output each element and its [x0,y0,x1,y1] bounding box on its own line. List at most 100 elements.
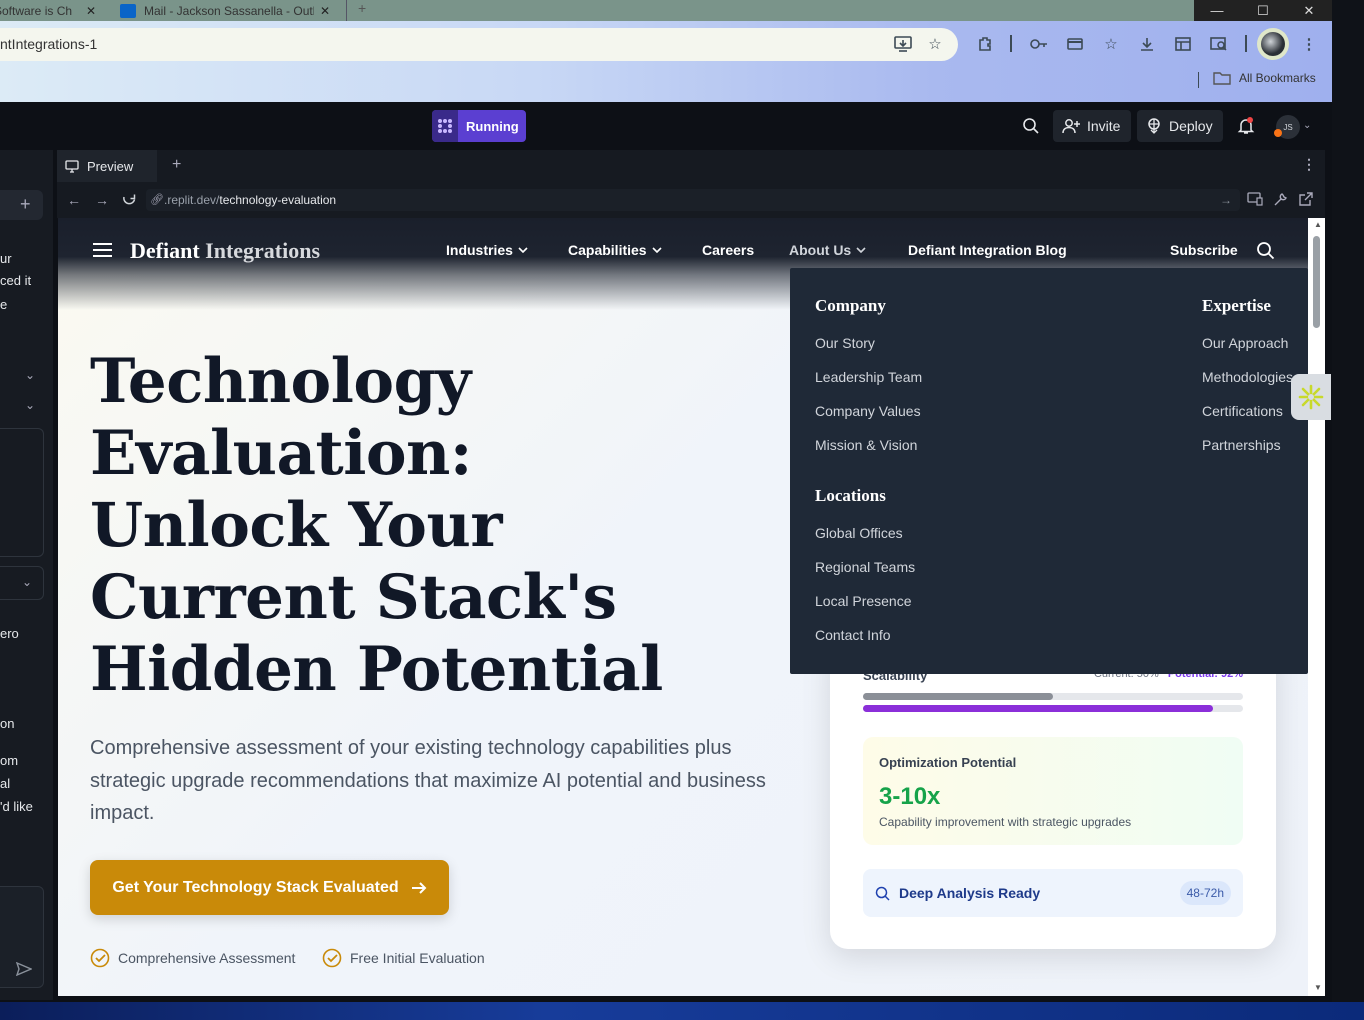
site-search-icon[interactable] [1256,241,1275,260]
chat-text-fragment: e [0,297,8,312]
nav-blog[interactable]: Defiant Integration Blog [908,242,1067,258]
device-preview-icon[interactable] [1247,192,1263,206]
chat-text-fragment: on [0,716,15,731]
chevron-down-icon[interactable]: ⌄ [1303,120,1311,131]
pane-menu-icon[interactable]: ⋮ [1302,156,1316,173]
install-app-icon[interactable] [891,33,915,55]
menu-item-contact-info[interactable]: Contact Info [815,627,891,643]
reading-list-star-icon[interactable]: ☆ [1099,33,1123,55]
scrollbar-thumb[interactable] [1313,236,1320,328]
close-icon[interactable]: ✕ [320,4,330,18]
bookmarks-separator [1198,72,1199,88]
reload-icon[interactable] [122,192,137,207]
notifications-bell-icon[interactable] [1237,117,1255,135]
menu-item-global-offices[interactable]: Global Offices [815,525,903,541]
menu-item-regional-teams[interactable]: Regional Teams [815,559,915,575]
chevron-down-icon [652,247,662,253]
brand-first: Defiant [130,238,200,263]
preview-scrollbar[interactable]: ▲ ▼ [1308,218,1325,996]
menu-item-methodologies[interactable]: Methodologies [1202,369,1293,385]
menu-item-our-story[interactable]: Our Story [815,335,875,351]
monitor-icon [65,159,79,173]
all-bookmarks[interactable]: All Bookmarks [1213,71,1316,85]
all-bookmarks-label: All Bookmarks [1239,71,1316,85]
close-icon[interactable]: ✕ [86,4,96,18]
evaluate-stack-button[interactable]: Get Your Technology Stack Evaluated [90,860,449,915]
hero-title-line: Current Stack's [90,562,617,633]
new-tab-icon[interactable]: + [358,0,366,16]
evaluation-card: Scalability Current: 50% Potential: 92% … [830,638,1276,949]
open-new-tab-icon[interactable] [1299,192,1313,206]
menu-item-local-presence[interactable]: Local Presence [815,593,912,609]
preview-url-host: .replit.dev/ [164,193,220,207]
scroll-up-icon[interactable]: ▲ [1314,220,1322,229]
address-bar-text: ntIntegrations-1 [0,36,98,52]
browser-menu-icon[interactable]: ⋮ [1297,33,1321,55]
run-status-button[interactable]: Running [432,110,526,142]
browser-tab-1-title: Software is Ch [0,3,73,18]
tab-search-icon[interactable] [1207,33,1231,55]
tab-preview[interactable]: Preview [57,150,157,182]
menu-item-partnerships[interactable]: Partnerships [1202,437,1281,453]
search-icon[interactable] [1022,117,1040,135]
forward-arrow-icon[interactable]: → [95,192,109,208]
scroll-down-icon[interactable]: ▼ [1314,983,1322,992]
browser-tab-2-title: Mail - Jackson Sassanella - Outl [144,3,314,18]
check-circle-icon [322,948,342,968]
menu-item-mission[interactable]: Mission & Vision [815,437,917,453]
send-icon[interactable] [16,962,32,976]
optimization-panel: Optimization Potential 3-10x Capability … [863,737,1243,845]
menu-item-leadership[interactable]: Leadership Team [815,369,922,385]
nav-careers[interactable]: Careers [702,242,754,258]
check-item: Comprehensive Assessment [90,948,295,968]
chevron-down-icon[interactable]: ⌄ [25,368,35,382]
about-dropdown-menu: Company Our Story Leadership Team Compan… [790,268,1308,674]
nav-about[interactable]: About Us [789,242,866,258]
invite-button[interactable]: Invite [1053,110,1131,142]
potential-progress-track [863,705,1243,712]
add-pane-tab-icon[interactable]: + [172,156,181,174]
menu-item-approach[interactable]: Our Approach [1202,335,1288,351]
hero-title: Technology Evaluation: Unlock Your Curre… [90,346,790,706]
locations-heading: Locations [815,486,886,505]
deploy-button[interactable]: Deploy [1137,110,1223,142]
browser-tab-1[interactable]: Software is Ch ✕ [0,0,100,21]
menu-item-certifications[interactable]: Certifications [1202,403,1283,419]
nav-about-label: About Us [789,242,852,258]
floating-assistant-button[interactable] [1291,374,1331,420]
chat-text-fragment: ero [0,626,19,641]
back-arrow-icon[interactable]: ← [67,192,81,208]
go-arrow-icon[interactable]: → [1220,193,1232,207]
payment-card-icon[interactable] [1063,33,1087,55]
link-icon: 🔗︎ [150,194,164,206]
extensions-icon[interactable] [973,33,997,55]
chevron-down-icon[interactable]: ⌄ [22,575,32,589]
nav-capabilities[interactable]: Capabilities [568,242,662,258]
maximize-button[interactable]: ☐ [1240,0,1286,21]
address-bar[interactable] [0,28,958,61]
toolbar-separator [1245,35,1247,52]
hamburger-menu-icon[interactable] [93,242,112,258]
website-preview: Defiant Integrations Industries Capabili… [58,218,1308,996]
profile-avatar[interactable] [1257,28,1289,60]
nav-industries-label: Industries [446,242,513,258]
site-logo[interactable]: Defiant Integrations [130,238,320,264]
download-icon[interactable] [1135,33,1159,55]
add-tab-icon[interactable]: + [20,194,31,215]
os-taskbar [0,1002,1364,1020]
nav-subscribe[interactable]: Subscribe [1170,242,1238,258]
devtools-wrench-icon[interactable] [1273,192,1288,207]
nav-industries[interactable]: Industries [446,242,528,258]
chevron-down-icon[interactable]: ⌄ [25,398,35,412]
nav-blog-label: Defiant Integration Blog [908,242,1067,258]
password-key-icon[interactable] [1027,33,1051,55]
minimize-button[interactable]: — [1194,0,1240,21]
browser-tab-2[interactable]: Mail - Jackson Sassanella - Outl ✕ [120,0,350,21]
menu-item-values[interactable]: Company Values [815,403,921,419]
hero-title-line: Unlock Your [90,490,502,561]
tab-preview-label: Preview [87,158,134,174]
close-window-button[interactable]: ✕ [1286,0,1332,21]
current-progress-track [863,693,1243,700]
tab-layout-icon[interactable] [1171,33,1195,55]
bookmark-star-icon[interactable]: ☆ [923,33,947,55]
